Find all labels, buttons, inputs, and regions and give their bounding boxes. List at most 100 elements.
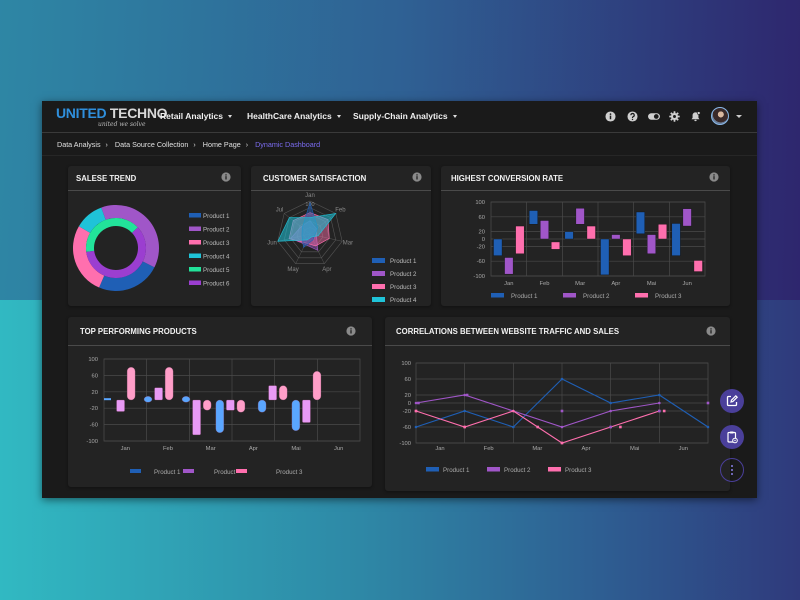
x-tick-label: Jan [504, 281, 513, 287]
help-icon[interactable] [627, 111, 638, 122]
breadcrumb-item[interactable]: Data Source Collection [115, 140, 189, 149]
user-avatar[interactable] [711, 107, 729, 125]
nav-label: Retail Analytics [160, 111, 223, 121]
y-tick-label: 20 [479, 230, 485, 236]
data-point [658, 393, 661, 397]
legend-swatch [372, 258, 385, 263]
chevron-right-icon: › [245, 142, 249, 149]
more-vertical-icon [731, 465, 733, 475]
bar [635, 211, 645, 235]
bar [215, 399, 224, 433]
radar-axis-label: Mar [343, 241, 353, 247]
data-point [658, 401, 661, 405]
legend-label: Product 2 [504, 467, 531, 474]
y-tick-label: -100 [86, 439, 98, 445]
nav-supply-chain-analytics[interactable]: Supply-Chain Analytics [353, 111, 457, 121]
info-icon[interactable] [346, 326, 356, 336]
y-tick-label: 60 [479, 215, 485, 221]
x-tick-label: Jun [334, 446, 343, 452]
bar [164, 367, 174, 401]
scatter-point [414, 409, 418, 413]
legend-label: Product 3 [565, 467, 592, 474]
bell-icon[interactable] [690, 111, 701, 122]
scatter-point [658, 409, 661, 413]
nav-label: HealthCare Analytics [247, 111, 332, 121]
data-point [414, 425, 418, 429]
breadcrumb-item[interactable]: Home Page [203, 140, 241, 149]
x-tick-label: Mar [532, 446, 542, 452]
x-tick-label: Apr [249, 446, 258, 452]
legend-label: Product 1 [203, 213, 230, 220]
y-tick-label: 0 [482, 237, 485, 243]
info-icon[interactable] [605, 111, 616, 122]
brand-logo[interactable]: UNITED TECHNO united we solve [56, 105, 168, 128]
info-icon[interactable] [706, 326, 716, 336]
legend-label: Product 1 [154, 469, 181, 476]
bar [586, 225, 596, 240]
edit-fab[interactable] [720, 389, 744, 413]
y-tick-label: 20 [92, 390, 98, 396]
nav-retail-analytics[interactable]: Retail Analytics [160, 111, 232, 121]
bar [693, 260, 703, 272]
info-icon[interactable] [709, 172, 719, 182]
gear-icon[interactable] [669, 111, 680, 122]
y-tick-label: -100 [473, 274, 485, 280]
legend-swatch [487, 467, 500, 472]
legend-swatch [372, 297, 385, 302]
x-tick-label: Mai [647, 281, 656, 287]
legend-swatch [491, 293, 504, 298]
nav-label: Supply-Chain Analytics [353, 111, 448, 121]
card-divider [251, 190, 431, 191]
user-menu-chevron-icon[interactable] [736, 115, 742, 118]
data-point [560, 425, 564, 429]
nav-healthcare-analytics[interactable]: HealthCare Analytics [247, 111, 341, 121]
chevron-right-icon: › [105, 142, 108, 149]
radar-axis-label: Jun [267, 241, 277, 247]
more-fab[interactable] [720, 458, 744, 482]
toggle-icon[interactable] [647, 111, 661, 122]
card-sales-trend: SALESE TREND Product 1 Product 2 Product 3… [68, 166, 241, 306]
legend-swatch [189, 280, 201, 285]
legend-label: Product 1 [511, 293, 538, 300]
bar [658, 224, 668, 240]
bar [671, 223, 681, 256]
y-tick-label: 100 [475, 200, 485, 206]
x-tick-label: Jan [121, 446, 130, 452]
card-divider [68, 345, 372, 346]
chevron-down-icon [452, 115, 457, 119]
legend-swatch [372, 271, 385, 276]
card-customer-satisfaction: CUSTOMER SATISFACTION Jan Feb Mar Apr May Jun… [251, 166, 431, 306]
clipboard-fab[interactable] [720, 425, 744, 449]
legend-label: Product 1 [443, 467, 470, 474]
breadcrumb: Data Analysis › Data Source Collection › H… [57, 140, 320, 149]
x-tick-label: Feb [163, 446, 173, 452]
donut-slice [101, 205, 159, 268]
legend-swatch [189, 253, 201, 258]
scatter-point [560, 409, 564, 413]
chevron-down-icon [228, 115, 232, 119]
chevron-right-icon: › [193, 142, 196, 149]
top-products-bar-chart: 100 60 20 -20 -60 -100 Jan Feb Mar Apr Mai Jun Produ… [86, 357, 361, 476]
info-icon[interactable] [412, 172, 422, 182]
legend-swatch [236, 469, 247, 473]
brand-word-1: UNITED [56, 105, 107, 121]
scatter-point [536, 425, 539, 429]
legend-label: Product 4 [390, 297, 417, 304]
x-tick-label: Jun [679, 446, 688, 452]
breadcrumb-item[interactable]: Data Analysis [57, 140, 101, 149]
data-point [512, 425, 515, 429]
legend-swatch [189, 267, 201, 272]
legend-label: Product [214, 469, 236, 476]
legend-label: Product 3 [655, 293, 682, 300]
bar [291, 399, 301, 431]
card-top-performing-products: TOP PERFORMING PRODUCTS 100 60 20 -20 -60 -10… [68, 317, 372, 487]
bar [154, 387, 163, 401]
y-tick-label: -60 [403, 425, 411, 431]
scatter-point [417, 401, 420, 405]
info-icon[interactable] [221, 172, 231, 182]
bar [647, 234, 656, 255]
y-tick-label: 0 [408, 401, 411, 407]
legend-label: Product 2 [583, 293, 610, 300]
x-tick-label: Feb [540, 281, 550, 287]
sales-trend-donut-chart: Product 1 Product 2 Product 3 Product 4 Prod… [72, 205, 230, 291]
